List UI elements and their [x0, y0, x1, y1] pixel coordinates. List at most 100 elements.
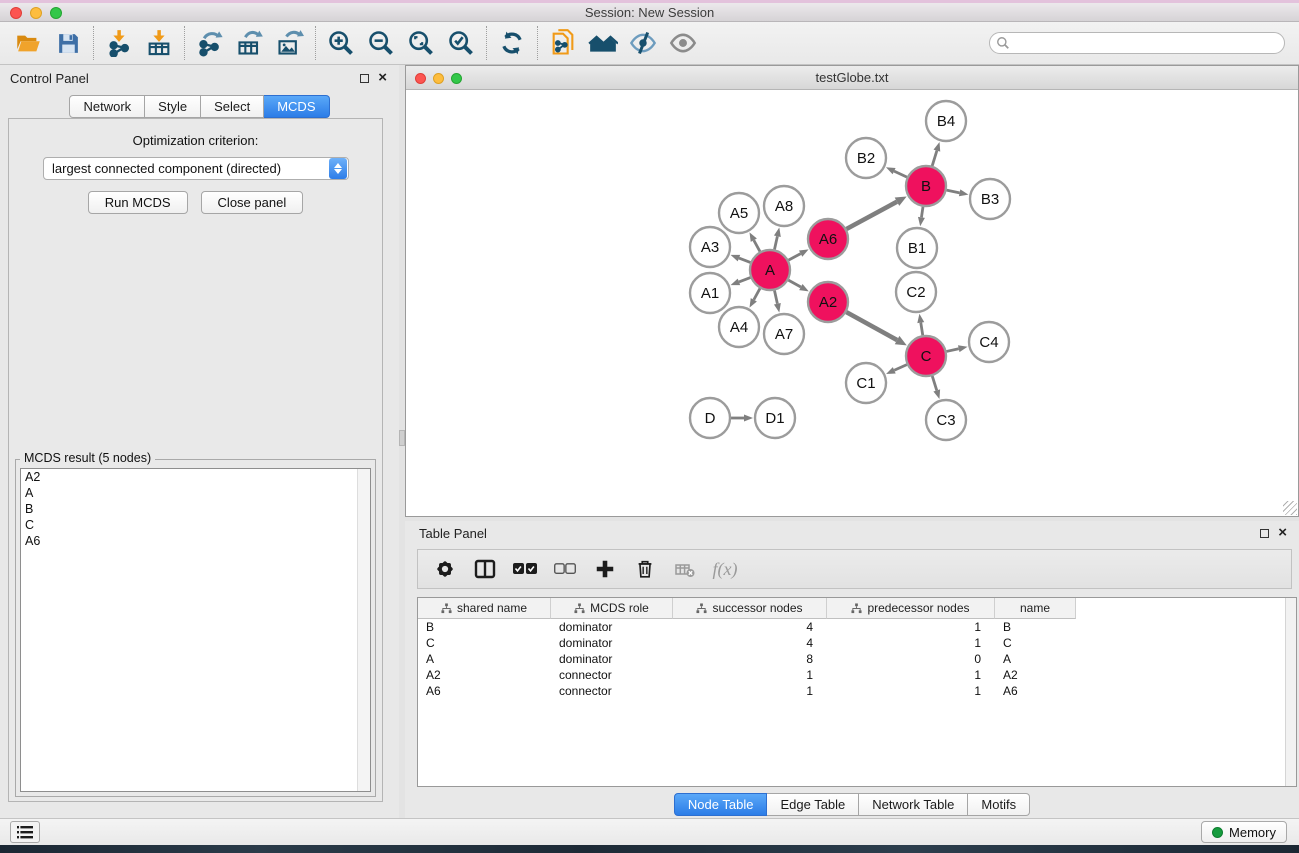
- edge-B-B3[interactable]: [947, 190, 960, 193]
- cell-shared-name[interactable]: A2: [418, 668, 551, 682]
- import-table-button[interactable]: [139, 25, 179, 61]
- edge-A-A1[interactable]: [739, 278, 750, 282]
- table-settings-button[interactable]: [428, 553, 462, 585]
- memory-button[interactable]: Memory: [1201, 821, 1287, 843]
- cell-successor-nodes[interactable]: 8: [673, 652, 827, 666]
- zoom-window-button[interactable]: [50, 7, 62, 19]
- cell-predecessor-nodes[interactable]: 1: [827, 620, 995, 634]
- open-session-button[interactable]: [8, 25, 48, 61]
- close-panel-button[interactable]: Close panel: [201, 191, 304, 214]
- hide-graphics-details-button[interactable]: [623, 25, 663, 61]
- network-close-button[interactable]: [415, 73, 426, 84]
- cell-name[interactable]: A2: [995, 668, 1076, 682]
- result-item[interactable]: A: [21, 485, 370, 501]
- result-item[interactable]: C: [21, 517, 370, 533]
- close-window-button[interactable]: [10, 7, 22, 19]
- cell-predecessor-nodes[interactable]: 0: [827, 652, 995, 666]
- edge-B-B1[interactable]: [921, 207, 923, 218]
- show-column-button[interactable]: [468, 553, 502, 585]
- edge-A2-C[interactable]: [846, 312, 897, 340]
- cell-name[interactable]: A: [995, 652, 1076, 666]
- save-session-button[interactable]: [48, 25, 88, 61]
- cell-shared-name[interactable]: B: [418, 620, 551, 634]
- table-tab-motifs[interactable]: Motifs: [968, 793, 1030, 816]
- zoom-in-button[interactable]: [321, 25, 361, 61]
- delete-column-button[interactable]: [628, 553, 662, 585]
- mcds-result-list[interactable]: A2ABCA6: [20, 468, 371, 792]
- cell-name[interactable]: B: [995, 620, 1076, 634]
- float-table-panel-icon[interactable]: [1260, 529, 1269, 538]
- column-header-predecessor-nodes[interactable]: predecessor nodes: [827, 598, 995, 619]
- edge-A6-B[interactable]: [846, 202, 897, 229]
- cell-predecessor-nodes[interactable]: 1: [827, 684, 995, 698]
- select-all-columns-button[interactable]: [508, 553, 542, 585]
- clone-network-button[interactable]: [543, 25, 583, 61]
- table-tab-node-table[interactable]: Node Table: [674, 793, 768, 816]
- result-list-scrollbar[interactable]: [357, 469, 370, 791]
- network-minimize-button[interactable]: [433, 73, 444, 84]
- tab-mcds[interactable]: MCDS: [264, 95, 329, 118]
- table-tab-edge-table[interactable]: Edge Table: [767, 793, 859, 816]
- result-item[interactable]: A6: [21, 533, 370, 549]
- result-item[interactable]: B: [21, 501, 370, 517]
- float-panel-icon[interactable]: [360, 74, 369, 83]
- network-canvas[interactable]: AA1A2A3A4A5A6A7A8BB1B2B3B4CC1C2C3C4DD1: [406, 90, 1298, 516]
- cell-shared-name[interactable]: A: [418, 652, 551, 666]
- table-tab-network-table[interactable]: Network Table: [859, 793, 968, 816]
- edge-A-A4[interactable]: [754, 288, 760, 299]
- cell-predecessor-nodes[interactable]: 1: [827, 668, 995, 682]
- cell-MCDS-role[interactable]: dominator: [551, 620, 673, 634]
- edge-A-A7[interactable]: [774, 291, 777, 304]
- edge-C-C1[interactable]: [894, 365, 907, 371]
- column-header-MCDS-role[interactable]: MCDS role: [551, 598, 673, 619]
- zoom-selected-button[interactable]: [441, 25, 481, 61]
- cell-successor-nodes[interactable]: 1: [673, 668, 827, 682]
- close-table-panel-icon[interactable]: ×: [1278, 528, 1287, 538]
- result-item[interactable]: A2: [21, 469, 370, 485]
- tab-style[interactable]: Style: [145, 95, 201, 118]
- table-scrollbar[interactable]: [1285, 598, 1296, 786]
- edge-A-A8[interactable]: [774, 236, 777, 249]
- zoom-fit-button[interactable]: [401, 25, 441, 61]
- run-mcds-button[interactable]: Run MCDS: [88, 191, 188, 214]
- edge-C-C3[interactable]: [932, 376, 936, 390]
- export-image-button[interactable]: [270, 25, 310, 61]
- edge-B-B4[interactable]: [932, 151, 937, 166]
- zoom-out-button[interactable]: [361, 25, 401, 61]
- cell-successor-nodes[interactable]: 4: [673, 636, 827, 650]
- resize-grip[interactable]: [1283, 501, 1297, 515]
- edge-B-B2[interactable]: [894, 171, 907, 177]
- column-header-name[interactable]: name: [995, 598, 1076, 619]
- cell-name[interactable]: A6: [995, 684, 1076, 698]
- edge-A-A2[interactable]: [788, 280, 800, 287]
- table-row[interactable]: A6connector11A6: [418, 683, 1296, 699]
- cell-successor-nodes[interactable]: 1: [673, 684, 827, 698]
- search-input[interactable]: [989, 32, 1285, 54]
- minimize-window-button[interactable]: [30, 7, 42, 19]
- column-header-successor-nodes[interactable]: successor nodes: [673, 598, 827, 619]
- edge-C-C4[interactable]: [946, 349, 958, 352]
- cell-MCDS-role[interactable]: dominator: [551, 652, 673, 666]
- column-header-shared-name[interactable]: shared name: [418, 598, 551, 619]
- cell-predecessor-nodes[interactable]: 1: [827, 636, 995, 650]
- edge-C-C2[interactable]: [921, 323, 923, 336]
- cell-name[interactable]: C: [995, 636, 1076, 650]
- table-row[interactable]: Bdominator41B: [418, 619, 1296, 635]
- table-row[interactable]: Cdominator41C: [418, 635, 1296, 651]
- cell-shared-name[interactable]: A6: [418, 684, 551, 698]
- close-panel-icon[interactable]: ×: [378, 73, 387, 83]
- refresh-button[interactable]: [492, 25, 532, 61]
- export-table-button[interactable]: [230, 25, 270, 61]
- edge-A-A6[interactable]: [789, 254, 801, 260]
- cell-MCDS-role[interactable]: connector: [551, 684, 673, 698]
- home-view-button[interactable]: [583, 25, 623, 61]
- edge-A-A3[interactable]: [739, 258, 750, 262]
- table-row[interactable]: Adominator80A: [418, 651, 1296, 667]
- cell-shared-name[interactable]: C: [418, 636, 551, 650]
- edge-A-A5[interactable]: [754, 240, 760, 251]
- cell-MCDS-role[interactable]: connector: [551, 668, 673, 682]
- tab-select[interactable]: Select: [201, 95, 264, 118]
- criterion-dropdown[interactable]: largest connected component (directed): [43, 157, 349, 180]
- show-hide-panel-button[interactable]: [663, 25, 703, 61]
- cell-successor-nodes[interactable]: 4: [673, 620, 827, 634]
